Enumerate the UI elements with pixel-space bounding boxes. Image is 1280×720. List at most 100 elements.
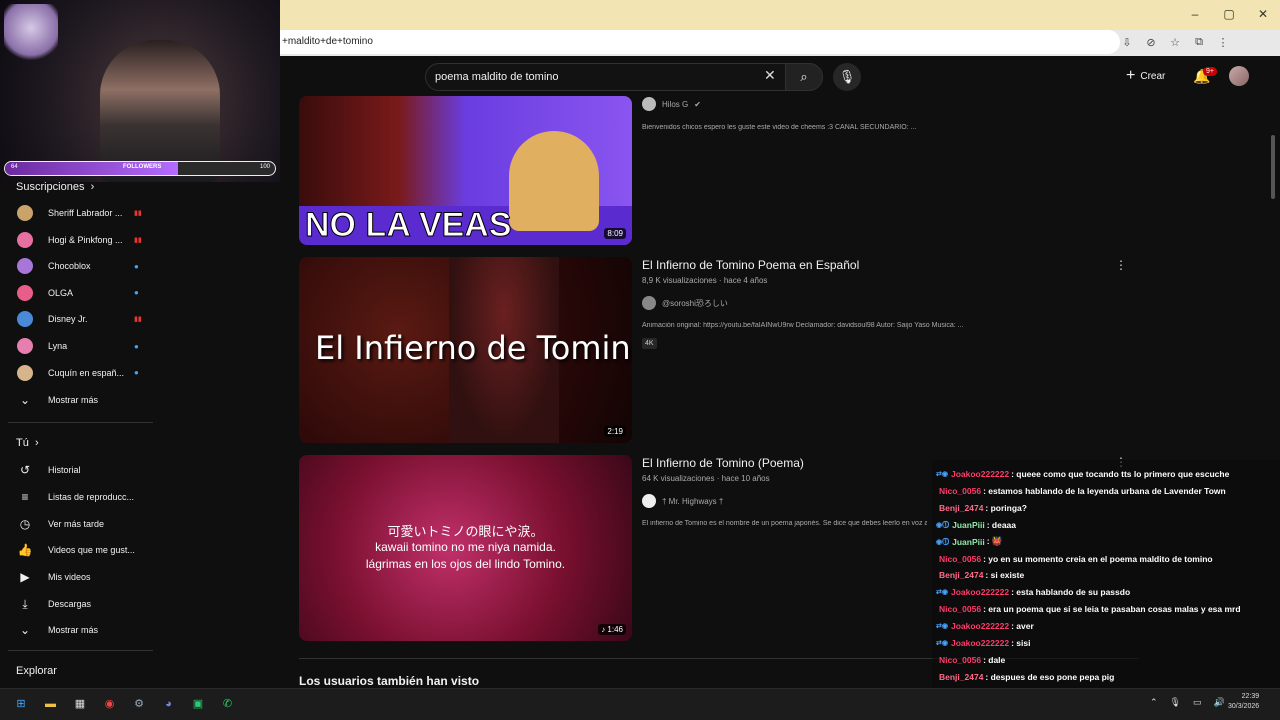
chat-badges-icon: ⇄◉ (936, 589, 948, 597)
you-show-more[interactable]: ⌄ Mostrar más (0, 617, 160, 643)
subs-show-more-label: Mostrar más (48, 395, 99, 405)
new-content-dot-icon: ● (134, 288, 139, 298)
video-description: Animación original: https://youtu.be/faI… (642, 322, 964, 329)
minimize-button[interactable]: – (1178, 4, 1212, 24)
thumb-text-romaji: kawaii tomino no me niya namida. (375, 540, 556, 554)
video-channel[interactable]: Hilos G ✔ (642, 97, 701, 111)
chat-username: Nico_0056 (939, 654, 982, 665)
sidebar-you-item[interactable]: ≡ Listas de reproducc... (0, 484, 160, 510)
store-icon[interactable]: ▦ (71, 695, 89, 713)
channel-avatar (17, 311, 33, 328)
chat-username: Benji_2474 (939, 570, 984, 581)
video-channel[interactable]: @soroshi恐ろしい (642, 296, 728, 310)
avatar[interactable] (1229, 66, 1249, 86)
voice-search-button[interactable]: 🎙 (833, 63, 861, 91)
search-button[interactable]: ⌕ (785, 63, 823, 91)
chat-text: : estamos hablando de la leyenda urbana … (983, 485, 1226, 496)
clear-search-icon[interactable]: ✕ (764, 67, 776, 84)
extensions-icon[interactable]: ⧉ (1192, 36, 1206, 49)
sidebar-sub-item[interactable]: Sheriff Labrador ... ▮▮ (0, 200, 160, 226)
sidebar-you-item[interactable]: ▶ Mis videos (0, 564, 160, 590)
file-explorer-icon[interactable]: ▬ (42, 695, 60, 713)
video-channel[interactable]: † Mr. Highways † (642, 494, 723, 508)
sidebar-item-label: Videos que me gust... (48, 545, 135, 556)
video-title[interactable]: El Infierno de Tomino Poema en Español (642, 258, 859, 272)
sidebar-item-label: Ver más tarde (48, 518, 105, 529)
chevron-right-icon: › (28, 437, 39, 449)
mic-icon[interactable]: 🎙 (1170, 697, 1181, 708)
tracking-icon[interactable]: ⊘ (1144, 36, 1158, 49)
chrome-icon[interactable]: ◉ (101, 695, 119, 713)
subs-show-more[interactable]: ⌄ Mostrar más (0, 387, 160, 413)
chevron-down-icon: ⌄ (19, 623, 31, 637)
sidebar-divider (8, 422, 153, 423)
thumb-text: El Infierno de Tomino (315, 329, 632, 367)
chat-message: Benji_2474: despues de eso pone pepa pig (936, 669, 1114, 685)
notification-badge: 9+ (1203, 67, 1217, 76)
sidebar-sub-item[interactable]: OLGA ● (0, 280, 160, 306)
steam-icon[interactable]: ⚙ (130, 695, 148, 713)
chat-username: Benji_2474 (939, 502, 984, 513)
sidebar-you-item[interactable]: 👍 Videos que me gust... (0, 537, 160, 563)
video-description: El infierno de Tomino es el nombre de un… (642, 520, 927, 527)
sidebar-item-label: Sheriff Labrador ... (48, 208, 123, 218)
browser-menu-icon[interactable]: ⋮ (1216, 36, 1230, 49)
channel-avatar (17, 364, 33, 381)
maximize-button[interactable]: ▢ (1212, 4, 1246, 24)
sidebar-sub-item[interactable]: Hogi & Pinkfong ... ▮▮ (0, 227, 160, 253)
discord-icon[interactable]: ◕ (160, 695, 178, 713)
sidebar-sub-item[interactable]: Cuquín en españ... ● (0, 360, 160, 386)
followers-current: 64 (11, 164, 18, 170)
chat-badges-icon: ◉⓵ (936, 538, 950, 546)
video-thumbnail[interactable]: 可愛いトミノの眼にや涙。 kawaii tomino no me niya na… (299, 455, 632, 641)
thumb-text-jp: 可愛いトミノの眼にや涙。 (387, 524, 544, 539)
sidebar-sub-item[interactable]: Disney Jr. ▮▮ (0, 306, 160, 332)
chat-message: Benji_2474: poringa? (936, 500, 1027, 516)
you-header[interactable]: Tú › (16, 437, 39, 449)
sidebar-you-item[interactable]: ⤓ Descargas (0, 591, 160, 617)
chevron-up-icon[interactable]: ⌃ (1150, 697, 1158, 708)
windows-start-icon[interactable]: ⊞ (12, 695, 30, 713)
sidebar-sub-item[interactable]: Chocoblox ● (0, 253, 160, 279)
scrollbar[interactable] (1271, 135, 1275, 199)
volume-icon[interactable]: 🔊 (1214, 697, 1225, 708)
display-icon[interactable]: ▭ (1193, 697, 1202, 708)
address-bar[interactable]: +maldito+de+tomino (280, 30, 1120, 54)
create-button[interactable]: + Crear (1126, 66, 1165, 88)
channel-avatar (17, 205, 33, 221)
search-icon: ⌕ (800, 69, 808, 84)
game-app-icon[interactable]: ▣ (189, 695, 207, 713)
video-thumbnail[interactable]: El Infierno de Tomino 2:19 (299, 257, 632, 443)
whatsapp-icon[interactable]: ✆ (219, 695, 237, 713)
sidebar-item-label: Listas de reproducc... (48, 491, 135, 502)
chat-text: : dale (983, 654, 1006, 665)
system-tray: ⌃ 🎙 ▭ 🔊 (1150, 697, 1225, 708)
close-window-button[interactable]: ✕ (1246, 4, 1280, 24)
thumb-text-es: lágrimas en los ojos del lindo Tomino. (365, 557, 566, 571)
section-title: Los usuarios también han visto (299, 674, 480, 688)
video-thumbnail[interactable]: NO LA VEAS 8:09 (299, 96, 632, 245)
sidebar-item-label: Historial (48, 465, 81, 475)
chat-text: : sisi (1011, 638, 1031, 648)
chat-message: ⇄◉ Joakoo222222: queee como que tocando t… (936, 466, 1229, 482)
cheems-dog-icon (509, 131, 599, 231)
install-icon[interactable]: ⇩ (1120, 36, 1134, 49)
address-bar-icons: ⇩ ⊘ ☆ ⧉ ⋮ (1120, 30, 1230, 54)
chat-message: ⇄◉ Joakoo222222: esta hablando de su pass… (936, 584, 1130, 600)
sidebar-sub-item[interactable]: Lyna ● (0, 333, 160, 359)
more-options-icon[interactable]: ⋮ (1115, 258, 1127, 272)
chat-badges-icon: ⇄◉ (936, 471, 948, 478)
channel-avatar (642, 296, 656, 310)
chat-text: : deaaa (986, 519, 1016, 530)
chat-message: ◉⓵ JuanPiii: deaaa (936, 517, 1016, 533)
video-title[interactable]: El Infierno de Tomino (Poema) (642, 456, 804, 470)
sidebar-item-icon: ⤓ (22, 597, 28, 611)
bookmark-star-icon[interactable]: ☆ (1168, 36, 1182, 49)
system-clock[interactable]: 22:39 30/3/2026 (1228, 692, 1259, 712)
sidebar-you-item[interactable]: ◷ Ver más tarde (0, 511, 160, 537)
subscriptions-header[interactable]: Suscripciones › (16, 181, 94, 193)
sidebar-you-item[interactable]: ↺ Historial (0, 457, 160, 483)
chat-message: Nico_0056: era un poema que si se leia t… (936, 601, 1241, 617)
clock-date: 30/3/2026 (1228, 703, 1260, 710)
mewtwo-sprite-icon (4, 4, 58, 64)
